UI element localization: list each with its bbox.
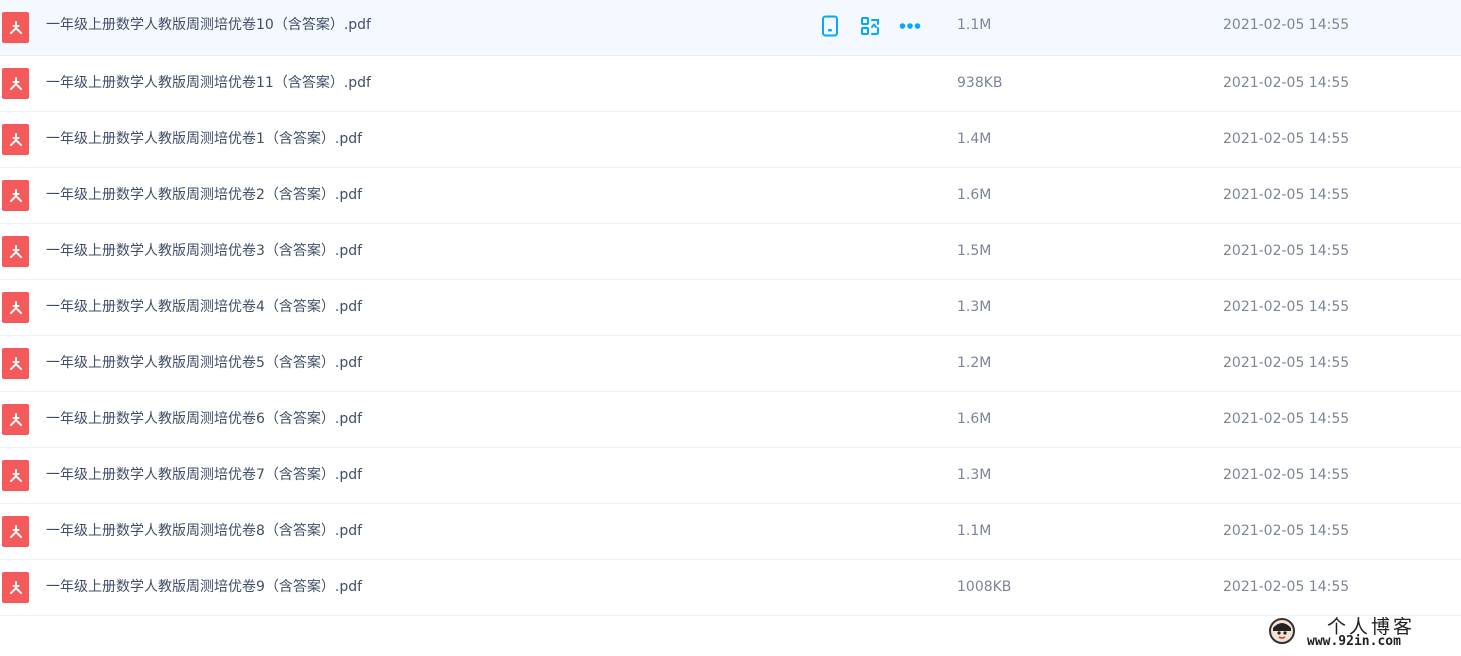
file-modified-time: 2021-02-05 14:55 bbox=[1223, 355, 1350, 371]
file-size: 1.1M bbox=[957, 523, 992, 539]
send-to-phone-button[interactable] bbox=[818, 14, 842, 38]
more-button[interactable] bbox=[898, 14, 922, 38]
file-size: 938KB bbox=[957, 75, 1003, 91]
file-modified-time: 2021-02-05 14:55 bbox=[1223, 75, 1350, 91]
pdf-file-icon bbox=[2, 292, 29, 323]
file-name-link[interactable]: 一年级上册数学人教版周测培优卷4（含答案）.pdf bbox=[46, 280, 362, 334]
file-size: 1.3M bbox=[957, 467, 992, 483]
pdf-file-icon bbox=[2, 572, 29, 603]
file-row[interactable]: 一年级上册数学人教版周测培优卷7（含答案）.pdf 1.3M 2021-02-0… bbox=[0, 448, 1461, 504]
file-name-link[interactable]: 一年级上册数学人教版周测培优卷11（含答案）.pdf bbox=[46, 56, 371, 110]
file-row[interactable]: 一年级上册数学人教版周测培优卷8（含答案）.pdf 1.1M 2021-02-0… bbox=[0, 504, 1461, 560]
file-row[interactable]: 一年级上册数学人教版周测培优卷10（含答案）.pdf 1.1M 2021-02-… bbox=[0, 0, 1461, 56]
file-modified-time: 2021-02-05 14:55 bbox=[1223, 299, 1350, 315]
file-modified-time: 2021-02-05 14:55 bbox=[1223, 243, 1350, 259]
file-name-link[interactable]: 一年级上册数学人教版周测培优卷6（含答案）.pdf bbox=[46, 392, 362, 446]
file-row[interactable]: 一年级上册数学人教版周测培优卷4（含答案）.pdf 1.3M 2021-02-0… bbox=[0, 280, 1461, 336]
pdf-file-icon bbox=[2, 516, 29, 547]
pdf-file-icon bbox=[2, 180, 29, 211]
file-modified-time: 2021-02-05 14:55 bbox=[1223, 467, 1350, 483]
file-size: 1.4M bbox=[957, 131, 992, 147]
pdf-file-icon bbox=[2, 348, 29, 379]
pdf-file-icon bbox=[2, 68, 29, 99]
share-button[interactable] bbox=[858, 14, 882, 38]
file-row[interactable]: 一年级上册数学人教版周测培优卷6（含答案）.pdf 1.6M 2021-02-0… bbox=[0, 392, 1461, 448]
file-name-link[interactable]: 一年级上册数学人教版周测培优卷1（含答案）.pdf bbox=[46, 112, 362, 166]
site-watermark: 个人博客 www.92in.com bbox=[1265, 612, 1455, 652]
file-row[interactable]: 一年级上册数学人教版周测培优卷9（含答案）.pdf 1008KB 2021-02… bbox=[0, 560, 1461, 616]
file-modified-time: 2021-02-05 14:55 bbox=[1223, 17, 1350, 33]
file-row[interactable]: 一年级上册数学人教版周测培优卷1（含答案）.pdf 1.4M 2021-02-0… bbox=[0, 112, 1461, 168]
watermark-url: www.92in.com bbox=[1307, 634, 1401, 649]
phone-icon bbox=[822, 15, 838, 37]
file-modified-time: 2021-02-05 14:55 bbox=[1223, 411, 1350, 427]
file-row[interactable]: 一年级上册数学人教版周测培优卷2（含答案）.pdf 1.6M 2021-02-0… bbox=[0, 168, 1461, 224]
file-size: 1.2M bbox=[957, 355, 992, 371]
file-modified-time: 2021-02-05 14:55 bbox=[1223, 131, 1350, 147]
watermark-avatar-icon bbox=[1269, 618, 1295, 644]
pdf-file-icon bbox=[2, 460, 29, 491]
file-row[interactable]: 一年级上册数学人教版周测培优卷3（含答案）.pdf 1.5M 2021-02-0… bbox=[0, 224, 1461, 280]
file-modified-time: 2021-02-05 14:55 bbox=[1223, 187, 1350, 203]
file-row[interactable]: 一年级上册数学人教版周测培优卷5（含答案）.pdf 1.2M 2021-02-0… bbox=[0, 336, 1461, 392]
file-size: 1.5M bbox=[957, 243, 992, 259]
file-name-link[interactable]: 一年级上册数学人教版周测培优卷3（含答案）.pdf bbox=[46, 224, 362, 278]
more-icon bbox=[899, 23, 921, 29]
file-list: 一年级上册数学人教版周测培优卷10（含答案）.pdf 1.1M 2021-02-… bbox=[0, 0, 1461, 616]
file-name-link[interactable]: 一年级上册数学人教版周测培优卷2（含答案）.pdf bbox=[46, 168, 362, 222]
file-name-link[interactable]: 一年级上册数学人教版周测培优卷10（含答案）.pdf bbox=[46, 0, 371, 50]
file-name-link[interactable]: 一年级上册数学人教版周测培优卷7（含答案）.pdf bbox=[46, 448, 362, 502]
file-size: 1.6M bbox=[957, 411, 992, 427]
file-size: 1.1M bbox=[957, 17, 992, 33]
row-actions bbox=[818, 14, 938, 38]
file-name-link[interactable]: 一年级上册数学人教版周测培优卷8（含答案）.pdf bbox=[46, 504, 362, 558]
share-icon bbox=[861, 17, 879, 35]
file-modified-time: 2021-02-05 14:55 bbox=[1223, 579, 1350, 595]
file-size: 1008KB bbox=[957, 579, 1012, 595]
file-name-link[interactable]: 一年级上册数学人教版周测培优卷9（含答案）.pdf bbox=[46, 560, 362, 614]
file-modified-time: 2021-02-05 14:55 bbox=[1223, 523, 1350, 539]
pdf-file-icon bbox=[2, 404, 29, 435]
file-size: 1.3M bbox=[957, 299, 992, 315]
file-size: 1.6M bbox=[957, 187, 992, 203]
pdf-file-icon bbox=[2, 236, 29, 267]
pdf-file-icon bbox=[2, 124, 29, 155]
pdf-file-icon bbox=[2, 12, 29, 43]
file-name-link[interactable]: 一年级上册数学人教版周测培优卷5（含答案）.pdf bbox=[46, 336, 362, 390]
file-row[interactable]: 一年级上册数学人教版周测培优卷11（含答案）.pdf 938KB 2021-02… bbox=[0, 56, 1461, 112]
